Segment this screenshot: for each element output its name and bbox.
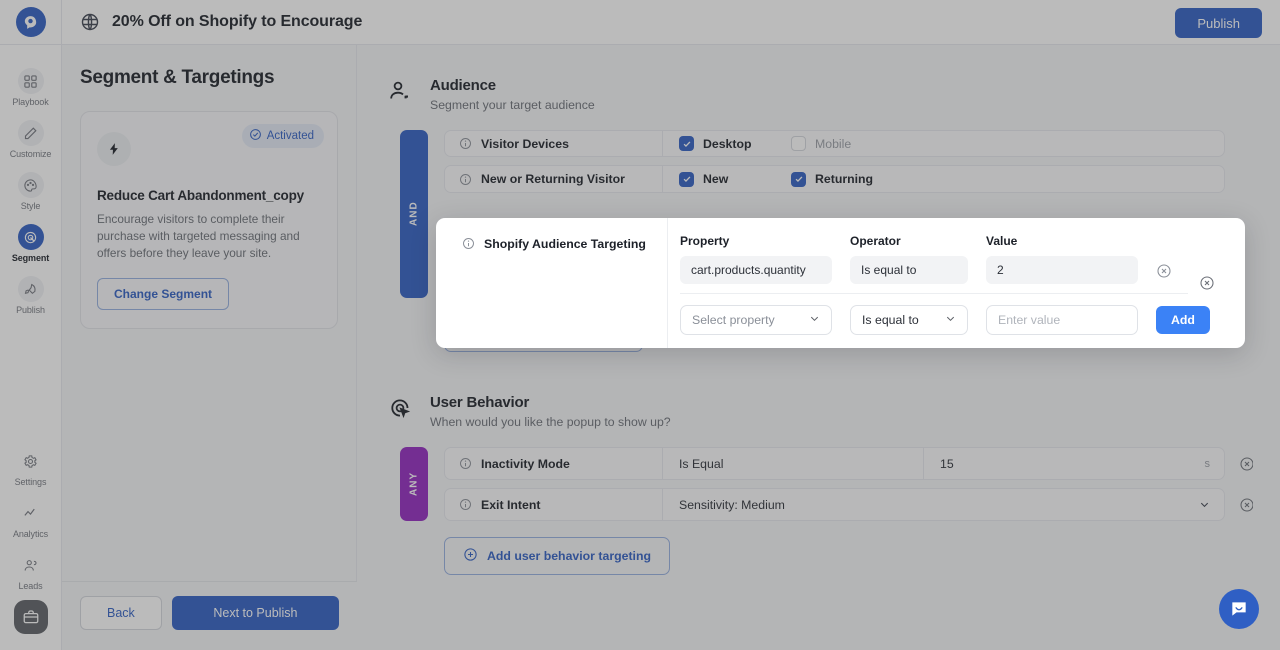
modal-divider (680, 293, 1188, 294)
modal-label-column: Shopify Audience Targeting (436, 218, 668, 348)
shopify-audience-targeting-modal: Shopify Audience Targeting Property cart… (436, 218, 1245, 348)
chevron-down-icon (809, 313, 820, 327)
property-value[interactable]: cart.products.quantity (680, 256, 832, 284)
value-value[interactable]: 2 (986, 256, 1138, 284)
operator-header: Operator (850, 234, 901, 248)
operator-column: Operator Is equal to (850, 234, 968, 284)
modal-title: Shopify Audience Targeting (484, 237, 646, 251)
info-icon[interactable] (462, 237, 475, 250)
remove-circle-icon[interactable] (1156, 263, 1172, 279)
value-header: Value (986, 234, 1018, 248)
add-condition-button[interactable]: Add (1156, 306, 1210, 334)
operator-select-value: Is equal to (862, 313, 919, 327)
close-modal-icon[interactable] (1199, 275, 1215, 291)
modal-fields-column: Property cart.products.quantity Operator… (668, 218, 1245, 348)
existing-condition-row: Property cart.products.quantity Operator… (680, 234, 1245, 284)
property-header: Property (680, 234, 730, 248)
app-root: 20% Off on Shopify to Encourage Publish … (0, 0, 1280, 650)
operator-value[interactable]: Is equal to (850, 256, 968, 284)
property-select[interactable]: Select property (680, 305, 832, 335)
chevron-down-icon (945, 313, 956, 327)
property-column: Property cart.products.quantity (680, 234, 832, 284)
value-column: Value 2 (986, 234, 1138, 284)
chat-bubble-icon[interactable] (1219, 589, 1259, 629)
operator-select[interactable]: Is equal to (850, 305, 968, 335)
property-select-placeholder: Select property (692, 313, 775, 327)
new-condition-row: Select property Is equal to Add (680, 305, 1245, 335)
value-input[interactable] (986, 305, 1138, 335)
